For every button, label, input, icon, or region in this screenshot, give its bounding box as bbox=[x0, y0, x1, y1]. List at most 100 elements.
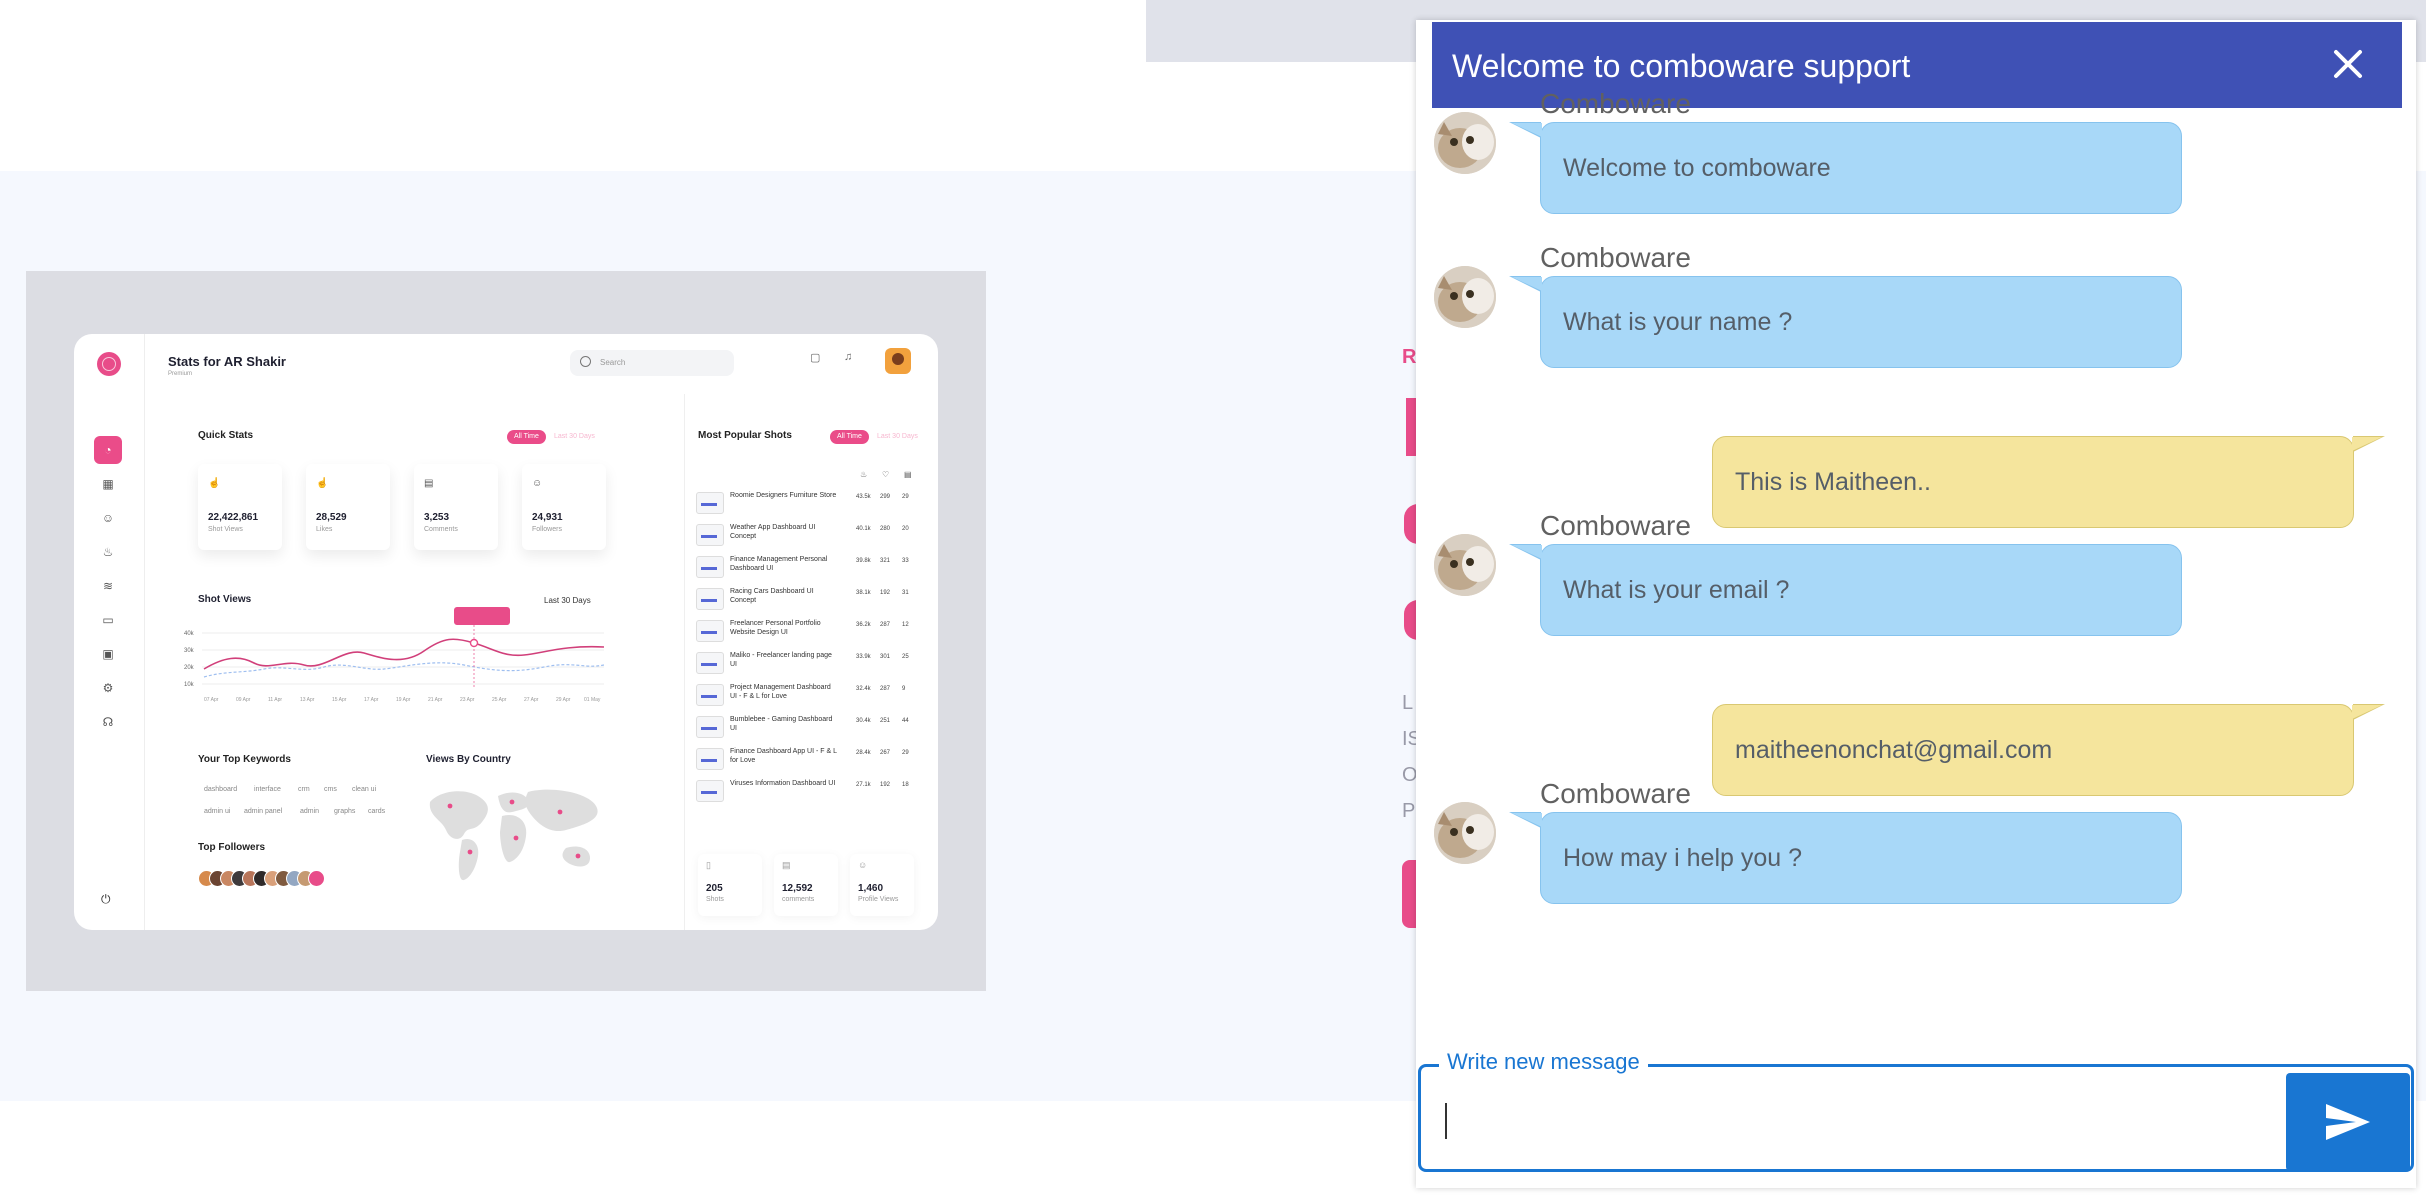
dashboard-divider bbox=[684, 394, 685, 930]
background-fragment-r: R bbox=[1402, 346, 1417, 368]
bot-message-bubble: What is your name ? bbox=[1509, 276, 2182, 368]
message-sender: Comboware bbox=[1540, 88, 1691, 119]
message-input-box[interactable]: Write new message bbox=[1418, 1049, 2414, 1172]
shot-thumbnail bbox=[696, 492, 724, 514]
message-input[interactable] bbox=[1443, 1099, 2167, 1141]
dashboard-search: Search bbox=[570, 350, 734, 376]
views-column-icon: ♨ bbox=[860, 470, 868, 479]
bot-avatar bbox=[1434, 802, 1496, 864]
keyword-chip: interface bbox=[254, 786, 281, 793]
nav-layers-icon: ≋ bbox=[102, 579, 114, 593]
map-africa bbox=[500, 814, 527, 863]
like-icon: ☝ bbox=[316, 478, 329, 489]
shot-thumbnail bbox=[696, 620, 724, 642]
keyword-chip: dashboard bbox=[204, 786, 238, 793]
message-text: What is your name ? bbox=[1563, 308, 1793, 336]
total-profile-views-card: ☺ 1,460 Profile Views bbox=[850, 854, 914, 916]
background-fragment-l: L bbox=[1402, 692, 1414, 714]
popular-shot-row: Roomie Designers Furniture Store 43.5k 299… bbox=[696, 486, 916, 518]
map-marker bbox=[575, 853, 581, 859]
chat-title: Welcome to comboware support bbox=[1452, 48, 1911, 84]
y-tick: 30k bbox=[184, 648, 195, 654]
x-tick: 21 Apr bbox=[428, 697, 443, 703]
popular-filter-30-days: Last 30 Days bbox=[870, 430, 925, 444]
popular-shot-row: Finance Dashboard App UI - F & L for Lov… bbox=[696, 742, 916, 774]
bot-message-bubble: Welcome to comboware bbox=[1509, 122, 2182, 214]
popular-shot-row: Racing Cars Dashboard UI Concept 38.1k 192… bbox=[696, 582, 916, 614]
shot-thumbnail bbox=[696, 588, 724, 610]
popular-shot-row: Maliko - Freelancer landing page UI 33.9k… bbox=[696, 646, 916, 678]
stat-card-comments: ▤ 3,253 Comments bbox=[414, 464, 498, 550]
comments-column-icon: ▤ bbox=[904, 470, 912, 479]
file-icon: ▯ bbox=[706, 860, 711, 870]
series-line-previous bbox=[203, 662, 604, 678]
popular-shot-row: Project Management Dashboard UI - F & L … bbox=[696, 678, 916, 710]
map-marker bbox=[447, 803, 453, 809]
keyword-chip: crm bbox=[298, 786, 310, 793]
user-icon: ☺ bbox=[532, 478, 543, 489]
shot-views-x-ticks: 07 Apr 09 Apr 11 Apr 13 Apr 15 Apr 17 Ap… bbox=[204, 697, 601, 703]
shot-views-heading: Shot Views bbox=[198, 594, 252, 605]
nav-stats-icon: ◔ bbox=[94, 436, 122, 464]
quick-stats-filter-30-days: Last 30 Days bbox=[547, 430, 602, 444]
shot-thumbnail bbox=[696, 716, 724, 738]
message-text: Welcome to comboware bbox=[1563, 154, 1831, 182]
shot-thumbnail bbox=[696, 684, 724, 706]
keyword-chip: admin panel bbox=[244, 808, 283, 815]
comment-icon: ▤ bbox=[424, 478, 434, 489]
shot-views-range: Last 30 Days bbox=[544, 596, 591, 605]
y-tick: 10k bbox=[184, 682, 195, 688]
send-button[interactable] bbox=[2286, 1073, 2410, 1171]
x-tick: 15 Apr bbox=[332, 697, 347, 703]
popular-shot-row: Finance Management Personal Dashboard UI… bbox=[696, 550, 916, 582]
bell-icon: ♫ bbox=[844, 351, 853, 363]
nav-users-icon: ☺ bbox=[101, 511, 115, 525]
stat-card-shot-views: ☝ 22,422,861 Shot Views bbox=[198, 464, 282, 550]
keyword-chip: graphs bbox=[334, 808, 356, 815]
message-text: maitheenonchat@gmail.com bbox=[1735, 736, 2053, 764]
map-marker bbox=[513, 835, 519, 841]
popular-shot-row: Bumblebee - Gaming Dashboard UI 30.4k 251 4… bbox=[696, 710, 916, 742]
x-tick: 29 Apr bbox=[556, 697, 571, 703]
nav-settings-icon: ⚙ bbox=[102, 681, 114, 695]
x-tick: 27 Apr bbox=[524, 697, 539, 703]
bot-avatar bbox=[1434, 534, 1496, 596]
map-marker bbox=[557, 809, 563, 815]
bot-avatar bbox=[1434, 266, 1496, 328]
x-tick: 23 Apr bbox=[460, 697, 475, 703]
power-icon: ⏻ bbox=[101, 892, 111, 906]
message-text: What is your email ? bbox=[1563, 576, 1790, 604]
dashboard-title: Stats for AR Shakir bbox=[168, 354, 286, 369]
series-line-views bbox=[203, 638, 604, 670]
message-sender: Comboware bbox=[1540, 510, 1691, 541]
stat-card-followers: ☺ 24,931 Followers bbox=[522, 464, 606, 550]
search-icon bbox=[580, 356, 591, 367]
nav-calendar-icon: ▭ bbox=[102, 613, 114, 627]
map-north-america bbox=[429, 791, 488, 839]
x-tick: 09 Apr bbox=[236, 697, 251, 703]
chart-cursor-point bbox=[469, 638, 479, 648]
x-tick: 25 Apr bbox=[492, 697, 507, 703]
background-fragment-p: P bbox=[1402, 800, 1416, 822]
bot-message-bubble: How may i help you ? bbox=[1509, 812, 2182, 904]
keyword-chip: admin bbox=[300, 808, 320, 815]
popular-shot-row: Freelancer Personal Portfolio Website De… bbox=[696, 614, 916, 646]
message-text: How may i help you ? bbox=[1563, 844, 1803, 872]
user-message-bubble: This is Maitheen.. bbox=[1712, 436, 2385, 528]
views-by-country-heading: Views By Country bbox=[426, 754, 511, 765]
dribbble-logo-icon bbox=[97, 352, 121, 376]
keyword-chip: clean ui bbox=[352, 786, 377, 793]
likes-column-icon: ♡ bbox=[882, 470, 890, 479]
close-icon[interactable] bbox=[2326, 42, 2370, 86]
map-marker bbox=[509, 799, 515, 805]
messages-icon: ▢ bbox=[810, 352, 821, 364]
y-tick: 40k bbox=[184, 631, 195, 637]
message-input-label: Write new message bbox=[1439, 1049, 1648, 1075]
dashboard-sidebar: ◔ ▦ ☺ ♨ ≋ ▭ ▣ ⚙ ☊ ⏻ bbox=[74, 334, 145, 930]
message-sender: Comboware bbox=[1540, 778, 1691, 809]
shot-thumbnail bbox=[696, 524, 724, 546]
bot-message-bubble: What is your email ? bbox=[1509, 544, 2182, 636]
keyword-chip: cms bbox=[324, 786, 337, 793]
chart-tooltip bbox=[454, 607, 510, 625]
send-icon bbox=[2326, 1104, 2370, 1140]
